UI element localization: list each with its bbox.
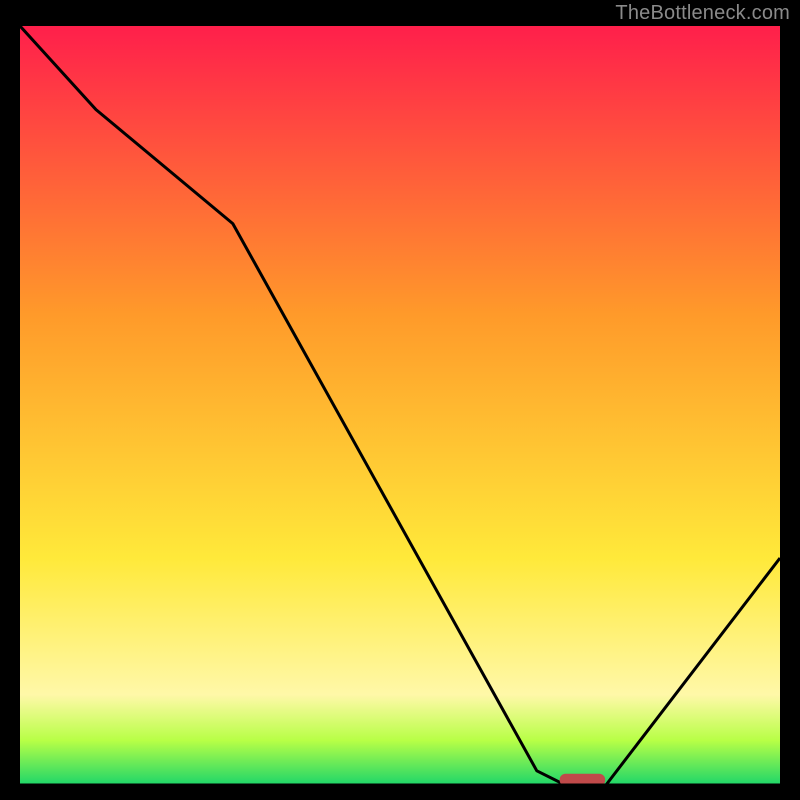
chart-stage: TheBottleneck.com xyxy=(0,0,800,800)
chart-svg xyxy=(20,26,780,786)
plot-area xyxy=(20,26,780,786)
watermark-text: TheBottleneck.com xyxy=(615,2,790,25)
